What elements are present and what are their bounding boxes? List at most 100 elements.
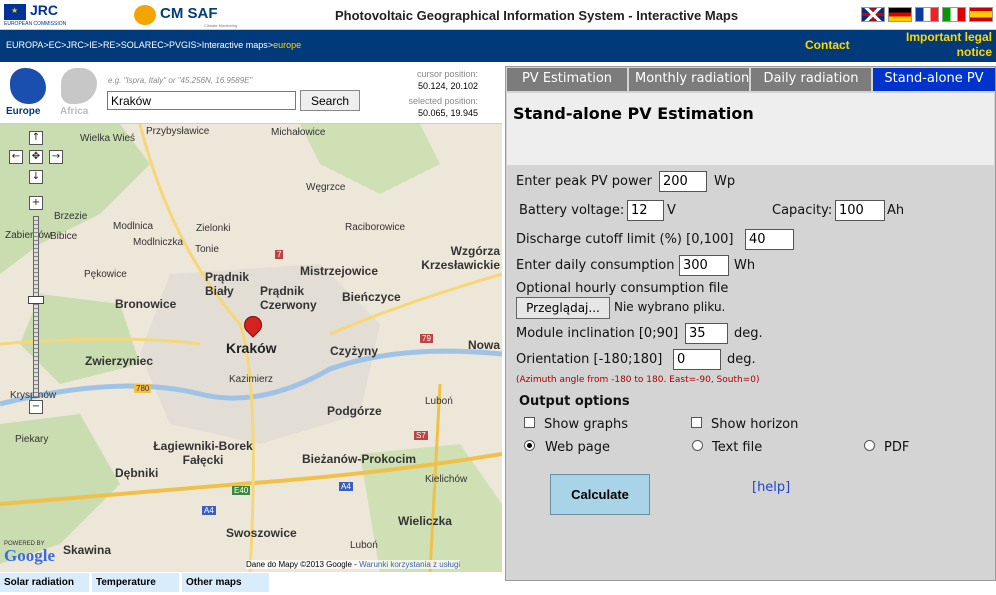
tab-temperature[interactable]: Temperature: [92, 573, 179, 592]
road-number: 7: [275, 250, 284, 259]
map-label: Bronowice: [115, 297, 177, 311]
zoom-slider-knob[interactable]: [28, 296, 44, 304]
pan-left-button[interactable]: ←: [9, 150, 23, 164]
show-graphs-checkbox[interactable]: [524, 417, 535, 428]
daily-consumption-unit: Wh: [734, 258, 756, 273]
pan-right-button[interactable]: →: [49, 150, 63, 164]
map-view[interactable]: Michałowice Przybysławice Wielka Wieś Zi…: [0, 123, 502, 572]
breadcrumb-ec[interactable]: EC: [49, 40, 62, 50]
map-label: Zwierzyniec: [85, 354, 154, 368]
peak-power-input[interactable]: [659, 171, 707, 192]
italian-flag-icon[interactable]: [942, 7, 966, 22]
breadcrumb: EUROPA > EC > JRC > IE > RE > SOLAREC > …: [6, 40, 301, 50]
calculate-button[interactable]: Calculate: [550, 474, 650, 515]
map-label: Luboń: [350, 540, 378, 551]
inclination-label: Module inclination [0;90]: [516, 326, 679, 341]
web-page-radio[interactable]: [524, 440, 535, 451]
breadcrumb-solarec[interactable]: SOLAREC: [121, 40, 164, 50]
map-label: Bibice: [50, 231, 78, 242]
french-flag-icon[interactable]: [915, 7, 939, 22]
battery-voltage-input[interactable]: [627, 200, 664, 221]
map-terms-link[interactable]: Warunki korzystania z usługi: [359, 560, 460, 569]
selected-position-value: 50.065, 19.945: [417, 108, 478, 118]
tab-stand-alone-pv[interactable]: Stand-alone PV: [873, 68, 995, 91]
browse-file-button[interactable]: Przeglądaj...: [516, 297, 610, 319]
orientation-input[interactable]: [673, 349, 721, 370]
english-flag-icon[interactable]: [861, 7, 885, 22]
breadcrumb-ie[interactable]: IE: [89, 40, 98, 50]
zoom-in-button[interactable]: +: [29, 196, 43, 210]
pan-up-button[interactable]: ↑: [29, 131, 43, 145]
map-label: Kazimierz: [229, 374, 273, 385]
daily-consumption-input[interactable]: [679, 255, 729, 276]
location-search-input[interactable]: [107, 91, 296, 110]
breadcrumb-interactive-maps[interactable]: Interactive maps: [202, 40, 268, 50]
breadcrumb-europe: europe: [273, 40, 302, 50]
jrc-logo[interactable]: JRC EUROPEAN COMMISSION: [4, 2, 68, 28]
breadcrumb-pvgis[interactable]: PVGIS: [169, 40, 197, 50]
map-label-city: Kraków: [226, 340, 277, 356]
peak-power-label: Enter peak PV power: [516, 174, 652, 189]
inclination-input[interactable]: [685, 323, 728, 344]
search-button[interactable]: Search: [300, 90, 360, 111]
europe-map-button[interactable]: Europe: [6, 68, 48, 117]
map-label: Modlnica: [113, 221, 154, 232]
pan-center-button[interactable]: ✥: [29, 150, 43, 164]
search-hint: e.g. "Ispra, Italy" or "45.256N, 16.9589…: [108, 76, 253, 85]
orientation-label: Orientation [-180;180]: [516, 352, 663, 367]
form-title: Stand-alone PV Estimation: [513, 104, 754, 123]
map-label: Michałowice: [271, 127, 326, 138]
tab-daily-radiation[interactable]: Daily radiation: [751, 68, 871, 91]
pan-down-button[interactable]: ↓: [29, 170, 43, 184]
cursor-position-label: cursor position:: [416, 69, 478, 79]
tab-pv-estimation[interactable]: PV Estimation: [507, 68, 627, 91]
africa-map-button[interactable]: Africa: [57, 68, 99, 117]
sun-icon: [134, 5, 156, 25]
map-label: Dębniki: [115, 466, 159, 480]
cutoff-label: Discharge cutoff limit (%) [0,100]: [516, 232, 734, 247]
map-label: Mistrzejowice: [300, 264, 379, 278]
road-number: A4: [339, 482, 353, 491]
calculation-tabs: PV Estimation Monthly radiation Daily ra…: [507, 68, 995, 91]
map-label: Pękowice: [84, 269, 127, 280]
spanish-flag-icon[interactable]: [969, 7, 993, 22]
show-horizon-label: Show horizon: [711, 417, 799, 432]
zoom-out-button[interactable]: −: [29, 400, 43, 414]
capacity-input[interactable]: [835, 200, 885, 221]
pdf-label: PDF: [884, 440, 910, 455]
azimuth-note: (Azimuth angle from -180 to 180. East=-9…: [516, 375, 760, 385]
german-flag-icon[interactable]: [888, 7, 912, 22]
map-label: Prądnik Biały: [205, 270, 250, 298]
cutoff-input[interactable]: [745, 229, 794, 250]
contact-link[interactable]: Contact: [805, 38, 850, 52]
web-page-label: Web page: [545, 440, 610, 455]
legal-notice-link[interactable]: Important legal notice: [880, 30, 992, 60]
tab-monthly-radiation[interactable]: Monthly radiation: [629, 68, 749, 91]
text-file-radio[interactable]: [692, 440, 703, 451]
road-number: S7: [414, 431, 428, 440]
map-label: Łagiewniki-Borek Fałęcki: [153, 439, 253, 467]
map-label: Zielonki: [196, 223, 231, 234]
help-link[interactable]: [help]: [752, 480, 790, 495]
map-label: Swoszowice: [226, 526, 297, 540]
map-label: Kielichów: [425, 474, 468, 485]
text-file-label: Text file: [712, 440, 763, 455]
google-logo[interactable]: POWERED BY Google: [4, 541, 55, 564]
breadcrumb-europa[interactable]: EUROPA: [6, 40, 43, 50]
map-copyright-text: Dane do Mapy ©2013 Google -: [246, 560, 357, 569]
tab-other-maps[interactable]: Other maps: [182, 573, 269, 592]
map-label: Nowa: [468, 338, 501, 352]
map-label: Zabierzów: [5, 230, 52, 241]
show-horizon-checkbox[interactable]: [691, 417, 702, 428]
battery-voltage-unit: V: [667, 203, 676, 218]
cmsaf-logo-subtext: Climate Monitoring: [204, 23, 238, 28]
africa-label: Africa: [60, 106, 89, 117]
show-graphs-label: Show graphs: [544, 417, 629, 432]
breadcrumb-re[interactable]: RE: [103, 40, 116, 50]
pdf-radio[interactable]: [864, 440, 875, 451]
tab-solar-radiation[interactable]: Solar radiation: [0, 573, 89, 592]
jrc-logo-subtext: EUROPEAN COMMISSION: [4, 21, 67, 27]
europe-label: Europe: [6, 106, 41, 117]
zoom-slider[interactable]: [33, 216, 39, 398]
breadcrumb-jrc[interactable]: JRC: [66, 40, 84, 50]
